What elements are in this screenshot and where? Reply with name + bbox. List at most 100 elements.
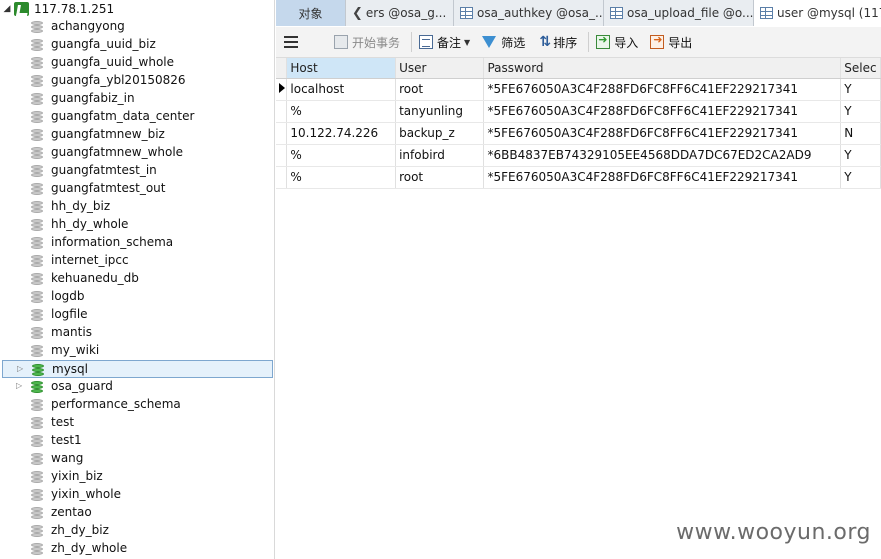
cell-password[interactable]: *6BB4837EB74329105EE4568DDA7DC67ED2CA2AD…	[483, 144, 842, 167]
filter-button[interactable]: 筛选	[478, 30, 529, 54]
tree-item-database[interactable]: yixin_biz	[0, 468, 274, 486]
database-icon	[31, 327, 43, 340]
collapse-arrow-icon[interactable]: ◢	[0, 4, 14, 14]
tree-item-database[interactable]: guangfatmnew_biz	[0, 126, 274, 144]
tree-item-database[interactable]: zh_dy_biz	[0, 522, 274, 540]
import-button[interactable]: 导入	[592, 30, 642, 54]
row-marker[interactable]	[276, 166, 288, 189]
dropdown-arrow-icon[interactable]: ▼	[464, 38, 470, 47]
database-icon	[31, 39, 43, 52]
tree-item-database[interactable]: mantis	[0, 324, 274, 342]
tree-item-database[interactable]: zh_dy_whole	[0, 540, 274, 558]
cell-host[interactable]: %	[286, 100, 397, 123]
tree-item-database[interactable]: guangfabiz_in	[0, 90, 274, 108]
row-marker[interactable]	[276, 100, 288, 123]
table-icon	[610, 7, 623, 19]
cell-user[interactable]: tanyunling	[395, 100, 485, 123]
tree-item-database[interactable]: zentao	[0, 504, 274, 522]
expand-arrow-icon[interactable]: ▷	[17, 364, 27, 373]
chevron-left-icon[interactable]: ❮	[352, 6, 363, 21]
cell-select-priv[interactable]: Y	[840, 78, 881, 101]
sort-button[interactable]: ⇅ 排序	[533, 30, 581, 54]
column-header-host[interactable]: Host	[286, 58, 397, 79]
tree-item-database[interactable]: ▷ mysql	[2, 360, 273, 378]
tree-item-database[interactable]: guangfatmtest_out	[0, 180, 274, 198]
tree-item-database[interactable]: kehuanedu_db	[0, 270, 274, 288]
tree-item-database[interactable]: test	[0, 414, 274, 432]
tree-item-database[interactable]: guangfatm_data_center	[0, 108, 274, 126]
expand-arrow-icon[interactable]: ▷	[16, 381, 26, 390]
tree-item-database[interactable]: logfile	[0, 306, 274, 324]
connection-node[interactable]: ◢ 117.78.1.251	[0, 0, 274, 18]
column-header-password[interactable]: Password	[483, 58, 842, 79]
cell-password[interactable]: *5FE676050A3C4F288FD6FC8FF6C41EF22921734…	[483, 166, 842, 189]
database-icon	[31, 237, 43, 250]
database-icon	[31, 417, 43, 430]
database-label: guangfabiz_in	[51, 91, 135, 105]
cell-select-priv[interactable]: Y	[840, 144, 881, 167]
cell-host[interactable]: 10.122.74.226	[286, 122, 397, 145]
database-icon	[31, 75, 43, 88]
cell-password[interactable]: *5FE676050A3C4F288FD6FC8FF6C41EF22921734…	[483, 122, 842, 145]
table-row[interactable]: 10.122.74.226 backup_z *5FE676050A3C4F288F…	[276, 122, 881, 145]
database-icon	[31, 111, 43, 124]
database-label: guangfatmtest_in	[51, 163, 157, 177]
row-marker[interactable]	[276, 122, 288, 145]
row-marker[interactable]	[276, 144, 288, 167]
export-button[interactable]: 导出	[646, 30, 696, 54]
tree-item-database[interactable]: logdb	[0, 288, 274, 306]
cell-user[interactable]: root	[395, 78, 485, 101]
tree-item-database[interactable]: guangfatmnew_whole	[0, 144, 274, 162]
column-header-select-priv[interactable]: Selec	[840, 58, 881, 79]
tree-item-database[interactable]: yixin_whole	[0, 486, 274, 504]
tree-item-database[interactable]: test1	[0, 432, 274, 450]
row-marker[interactable]	[276, 78, 288, 101]
database-label: test	[51, 415, 75, 429]
tree-item-database[interactable]: guangfa_uuid_whole	[0, 54, 274, 72]
database-label: kehuanedu_db	[51, 271, 139, 285]
table-row[interactable]: % root *5FE676050A3C4F288FD6FC8FF6C41EF229…	[276, 166, 881, 189]
cell-select-priv[interactable]: N	[840, 122, 881, 145]
cell-user[interactable]: infobird	[395, 144, 485, 167]
database-icon	[31, 453, 43, 466]
tree-item-database[interactable]: achangyong	[0, 18, 274, 36]
tree-item-database[interactable]: ▷ osa_guard	[0, 378, 274, 396]
tree-item-database[interactable]: performance_schema	[0, 396, 274, 414]
column-header-user[interactable]: User	[395, 58, 485, 79]
tree-item-database[interactable]: guangfa_uuid_biz	[0, 36, 274, 54]
cell-select-priv[interactable]: Y	[840, 166, 881, 189]
tab-user-mysql[interactable]: user @mysql (117	[754, 0, 881, 26]
cell-user[interactable]: root	[395, 166, 485, 189]
table-row[interactable]: % infobird *6BB4837EB74329105EE4568DDA7DC6…	[276, 144, 881, 167]
cell-host[interactable]: %	[286, 166, 397, 189]
memo-button[interactable]: 备注 ▼	[415, 30, 474, 54]
cell-host[interactable]: localhost	[286, 78, 397, 101]
table-row[interactable]: localhost root *5FE676050A3C4F288FD6FC8FF6…	[276, 78, 881, 101]
data-grid[interactable]: Host User Password Selec localhost root *5…	[276, 58, 881, 559]
tree-item-database[interactable]: hh_dy_biz	[0, 198, 274, 216]
tab-osa-authkey[interactable]: osa_authkey @osa_...	[454, 0, 604, 26]
cell-host[interactable]: %	[286, 144, 397, 167]
cell-password[interactable]: *5FE676050A3C4F288FD6FC8FF6C41EF22921734…	[483, 100, 842, 123]
cell-user[interactable]: backup_z	[395, 122, 485, 145]
tab-objects[interactable]: 对象	[276, 0, 346, 26]
menu-icon[interactable]	[284, 36, 298, 48]
tree-item-database[interactable]: information_schema	[0, 234, 274, 252]
table-row[interactable]: % tanyunling *5FE676050A3C4F288FD6FC8FF6C4…	[276, 100, 881, 123]
database-icon	[31, 435, 43, 448]
tree-item-database[interactable]: guangfatmtest_in	[0, 162, 274, 180]
cell-password[interactable]: *5FE676050A3C4F288FD6FC8FF6C41EF22921734…	[483, 78, 842, 101]
database-label: osa_guard	[51, 379, 113, 393]
begin-transaction-button[interactable]: 开始事务	[330, 30, 404, 54]
cell-select-priv[interactable]: Y	[840, 100, 881, 123]
tree-item-database[interactable]: hh_dy_whole	[0, 216, 274, 234]
tree-item-database[interactable]: my_wiki	[0, 342, 274, 360]
tree-item-database[interactable]: guangfa_ybl20150826	[0, 72, 274, 90]
database-label: wang	[51, 451, 84, 465]
tree-item-database[interactable]: wang	[0, 450, 274, 468]
tree-item-database[interactable]: internet_ipcc	[0, 252, 274, 270]
sort-icon: ⇅	[539, 34, 552, 50]
database-label: yixin_biz	[51, 469, 103, 483]
tab-osa-upload-file[interactable]: osa_upload_file @o...	[604, 0, 754, 26]
tab-ers-osa-guard[interactable]: ❮ ers @osa_g...	[346, 0, 454, 26]
